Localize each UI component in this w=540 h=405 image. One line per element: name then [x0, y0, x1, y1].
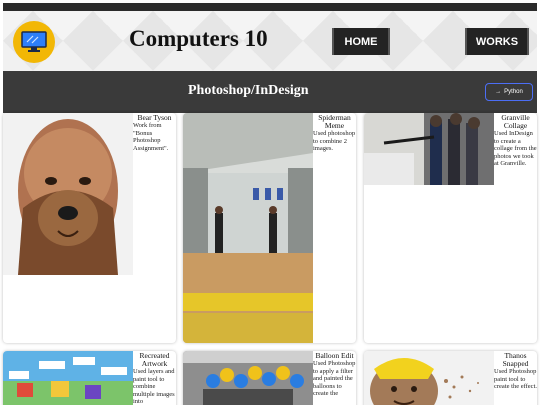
python-button-label: Python — [504, 89, 523, 95]
recreated-artwork-image — [3, 351, 133, 405]
work-card-recreated-artwork[interactable]: Recreated Artwork Used layers and paint … — [3, 351, 176, 405]
balloon-edit-image — [183, 351, 313, 405]
card-description: Used layers and paint tool to combine mu… — [133, 368, 175, 405]
python-button[interactable]: → Python — [485, 83, 533, 101]
site-header: Computers 10 HOME WORKS — [3, 11, 537, 71]
card-title: Recreated Artwork — [139, 351, 170, 368]
nav-works-button[interactable]: WORKS — [465, 28, 529, 55]
thanos-snapped-image — [364, 351, 494, 405]
top-strip — [3, 3, 537, 11]
work-card-granville-collage[interactable]: Granville Collage Used InDesign to creat… — [364, 113, 537, 343]
arrow-right-icon: → — [495, 89, 502, 95]
spiderman-meme-image — [183, 113, 313, 343]
card-title: Bear Tyson — [137, 113, 172, 122]
card-description: Used Photoshop to apply a filter and pai… — [313, 360, 356, 397]
work-card-thanos-snapped[interactable]: Thanos Snapped Used Photoshop paint tool… — [364, 351, 537, 405]
site-title: Computers 10 — [129, 26, 268, 51]
card-title: Thanos Snapped — [502, 351, 529, 368]
card-title: Balloon Edit — [315, 351, 354, 360]
card-title: Granville Collage — [501, 113, 530, 130]
bear-tyson-image — [3, 113, 133, 275]
section-title: Photoshop/InDesign — [188, 83, 309, 98]
section-banner: Photoshop/InDesign → Python — [3, 71, 537, 113]
computer-monitor-logo-icon — [13, 21, 55, 63]
card-description: Used photoshop to combine 2 images. — [313, 130, 356, 152]
granville-collage-image — [364, 113, 494, 185]
work-card-balloon-edit[interactable]: Balloon Edit Used Photoshop to apply a f… — [183, 351, 356, 405]
card-description: Used InDesign to create a collage from t… — [494, 130, 537, 167]
work-card-bear-tyson[interactable]: Bear Tyson Work from "Bonus Photoshop As… — [3, 113, 176, 343]
nav-home-button[interactable]: HOME — [332, 28, 390, 55]
card-description: Work from "Bonus Photoshop Assignment". — [133, 122, 169, 152]
card-description: Used Photoshop paint tool to create the … — [494, 368, 537, 390]
card-title: Spiderman Meme — [318, 113, 351, 130]
work-card-spiderman-meme[interactable]: Spiderman Meme Used photoshop to combine… — [183, 113, 356, 343]
